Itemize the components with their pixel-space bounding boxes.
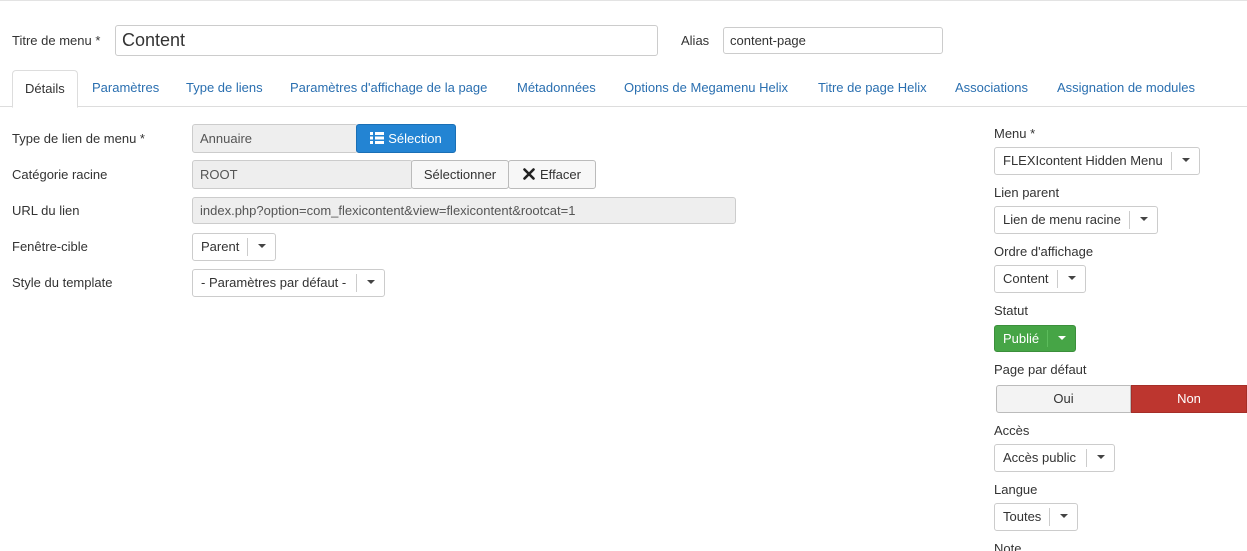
caret-down-icon — [1171, 152, 1199, 170]
caret-down-icon — [1047, 330, 1075, 347]
menu-select[interactable]: FLEXIcontent Hidden Menu — [994, 147, 1200, 175]
tab-parametres[interactable]: Paramètres — [92, 70, 159, 107]
menu-item-type-field: Annuaire — [192, 124, 358, 153]
clear-button-label: Effacer — [540, 167, 581, 182]
menu-value: FLEXIcontent Hidden Menu — [1003, 153, 1163, 168]
default-page-yes-button[interactable]: Oui — [996, 385, 1131, 413]
parent-item-select[interactable]: Lien de menu racine — [994, 206, 1158, 234]
caret-down-icon — [1057, 270, 1085, 288]
target-window-label: Fenêtre-cible — [12, 239, 88, 254]
access-label: Accès — [994, 423, 1030, 438]
alias-input[interactable]: content-page — [723, 27, 943, 54]
menu-title-input[interactable]: Content — [115, 25, 658, 56]
default-page-no-button[interactable]: Non — [1131, 385, 1247, 413]
target-window-value: Parent — [201, 239, 240, 254]
caret-down-icon — [1129, 211, 1157, 229]
list-icon — [370, 132, 385, 144]
tab-bar: Détails Paramètres Type de liens Paramèt… — [0, 70, 1247, 108]
ordering-value: Content — [1003, 271, 1049, 286]
caret-down-icon — [356, 274, 384, 292]
target-window-select[interactable]: Parent — [192, 233, 276, 261]
times-icon — [523, 168, 535, 180]
tab-affichage-page[interactable]: Paramètres d'affichage de la page — [290, 70, 487, 107]
access-value: Accès public — [1003, 450, 1076, 465]
parent-item-value: Lien de menu racine — [1003, 212, 1121, 227]
access-select[interactable]: Accès public — [994, 444, 1115, 472]
template-style-value: - Paramètres par défaut - — [201, 275, 347, 290]
caret-down-icon — [1086, 449, 1114, 467]
note-label: Note — [994, 541, 1022, 551]
language-select[interactable]: Toutes — [994, 503, 1078, 531]
menu-item-type-label: Type de lien de menu * — [12, 131, 145, 146]
menu-label: Menu * — [994, 126, 1036, 141]
status-value: Publié — [1003, 331, 1040, 346]
tab-assignation-modules[interactable]: Assignation de modules — [1057, 70, 1195, 107]
root-category-label: Catégorie racine — [12, 167, 108, 182]
language-value: Toutes — [1003, 509, 1042, 524]
ordering-label: Ordre d'affichage — [994, 244, 1094, 259]
top-border — [0, 0, 1247, 3]
language-label: Langue — [994, 482, 1038, 497]
alias-label: Alias — [681, 33, 710, 48]
status-label: Statut — [994, 303, 1028, 318]
select-category-button[interactable]: Sélectionner — [411, 160, 509, 189]
default-page-label: Page par défaut — [994, 362, 1087, 377]
caret-down-icon — [247, 238, 275, 256]
caret-down-icon — [1049, 508, 1077, 526]
status-select[interactable]: Publié — [994, 325, 1076, 352]
ordering-select[interactable]: Content — [994, 265, 1086, 293]
clear-category-button[interactable]: Effacer — [508, 160, 596, 189]
template-style-select[interactable]: - Paramètres par défaut - — [192, 269, 385, 297]
tab-details[interactable]: Détails — [12, 70, 78, 108]
link-url-field: index.php?option=com_flexicontent&view=f… — [192, 197, 736, 224]
selection-button-label: Sélection — [388, 131, 442, 146]
template-style-label: Style du template — [12, 275, 113, 290]
parent-item-label: Lien parent — [994, 185, 1060, 200]
menu-title-label: Titre de menu * — [12, 33, 101, 48]
tab-metadonnees[interactable]: Métadonnées — [517, 70, 596, 107]
tab-titre-helix[interactable]: Titre de page Helix — [818, 70, 927, 107]
selection-button[interactable]: Sélection — [356, 124, 456, 153]
tab-megamenu-helix[interactable]: Options de Megamenu Helix — [624, 70, 788, 107]
tab-associations[interactable]: Associations — [955, 70, 1028, 107]
root-category-field: ROOT — [192, 160, 413, 189]
link-url-label: URL du lien — [12, 203, 80, 218]
tab-type-de-liens[interactable]: Type de liens — [186, 70, 263, 107]
